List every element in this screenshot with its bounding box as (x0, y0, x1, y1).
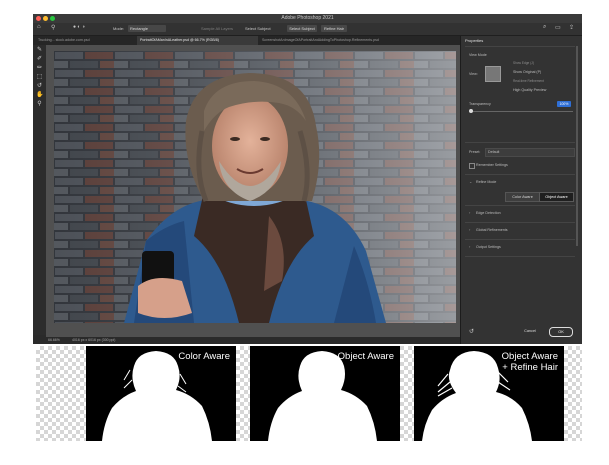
refine-mode-label: Refine Mode (476, 180, 497, 184)
home-icon[interactable]: ⌂ (37, 24, 41, 30)
chevron-down-icon[interactable]: ⌄ (469, 179, 472, 184)
mode-label: Mode: (113, 26, 125, 31)
title-bar: Adobe Photoshop 2021 (33, 14, 582, 23)
canvas-area[interactable] (46, 45, 460, 337)
preset-label: Preset: (469, 150, 481, 154)
sample-all-layers-checkbox[interactable]: Sample All Layers (201, 26, 233, 31)
divider (465, 174, 575, 175)
zoom-level[interactable]: 66.66% (48, 338, 60, 342)
ok-button[interactable]: OK (549, 327, 573, 337)
panel-caption: Object Aware (337, 351, 394, 362)
remember-settings-checkbox[interactable] (469, 163, 475, 169)
cancel-button[interactable]: Cancel (517, 327, 543, 335)
remember-settings-label: Remember Settings (476, 163, 508, 167)
preset-select[interactable]: Default (485, 148, 575, 157)
tools-panel: ✎ ✐ ✏ ⬚ ↺ ✋ ⚲ (33, 45, 46, 335)
divider (465, 142, 575, 143)
document-tabs: Trucking... stock.adobe.com.psd Portrait… (33, 36, 460, 45)
portrait-photo (54, 51, 456, 323)
refine-edge-brush-icon[interactable]: ✐ (36, 56, 43, 63)
panel-caption: Object Aware + Refine Hair (501, 351, 558, 373)
high-quality-preview-checkbox[interactable]: High Quality Preview (513, 88, 546, 92)
comparison-panel-object-aware: Object Aware (250, 346, 400, 441)
divider (465, 222, 575, 223)
window-title: Adobe Photoshop 2021 (281, 15, 334, 21)
properties-title: Properties (465, 38, 484, 43)
divider (465, 239, 575, 240)
object-aware-button[interactable]: Object Aware (539, 192, 574, 202)
transparency-label: Transparency (469, 102, 491, 106)
lasso-tool-icon[interactable]: ↺ (36, 83, 43, 90)
edge-detection-section[interactable]: Edge Detection (476, 211, 501, 215)
select-subject-label[interactable]: Select Subject (245, 26, 271, 31)
tab-document-2[interactable]: PortraitOfAManInALeather.psd @ 66.7% (RG… (137, 36, 258, 45)
share-icon[interactable]: ⇪ (569, 24, 574, 31)
panel-caption: Color Aware (178, 351, 230, 362)
show-edge-checkbox[interactable]: Show Edge (J) (513, 61, 534, 65)
reset-icon[interactable]: ↺ (469, 328, 474, 335)
view-mode-thumbnail[interactable] (485, 66, 501, 82)
comparison-panel-object-aware-refine-hair: Object Aware + Refine Hair (414, 346, 564, 441)
comparison-panel-color-aware: Color Aware (86, 346, 236, 441)
refine-hair-button[interactable]: Refine Hair (321, 25, 347, 32)
chevron-right-icon[interactable]: › (469, 227, 470, 232)
document-info: 4016 px x 6016 px (300 ppi) (72, 338, 116, 342)
brush-options-icon[interactable]: ● ◐ ◑ (73, 24, 85, 30)
view-label: View: (469, 72, 478, 76)
properties-panel: Properties View Mode View: Show Edge (J)… (460, 36, 582, 344)
transparency-value[interactable]: 100% (557, 101, 571, 107)
transparency-slider[interactable] (469, 111, 573, 112)
photoshop-window: Adobe Photoshop 2021 ⌂ ⚲ ● ◐ ◑ Mode: Rec… (33, 14, 582, 344)
object-selection-tool-icon[interactable]: ⬚ (36, 74, 43, 81)
brush-tool-icon[interactable]: ✏ (36, 65, 43, 72)
divider (465, 46, 575, 47)
workspace-icon[interactable]: ▭ (555, 24, 561, 31)
view-mode-label: View Mode (469, 53, 487, 57)
realtime-refinement-checkbox[interactable]: Real-time Refinement (513, 79, 544, 83)
global-refinements-section[interactable]: Global Refinements (476, 228, 508, 232)
divider (465, 256, 575, 257)
transparency-slider-handle[interactable] (469, 109, 473, 113)
options-bar: ⌂ ⚲ ● ◐ ◑ Mode: Rectangle Sample All Lay… (33, 23, 582, 36)
color-aware-button[interactable]: Color Aware (505, 192, 540, 202)
chevron-right-icon[interactable]: › (469, 244, 470, 249)
quick-selection-tool-icon[interactable]: ✎ (36, 47, 43, 54)
quick-selection-icon[interactable]: ⚲ (51, 24, 55, 31)
hand-tool-icon[interactable]: ✋ (36, 92, 43, 99)
search-icon[interactable]: ⌕ (543, 24, 546, 31)
tab-document-1[interactable]: Trucking... stock.adobe.com.psd (35, 36, 136, 45)
show-original-checkbox[interactable]: Show Original (P) (513, 70, 541, 74)
divider (465, 205, 575, 206)
status-bar: 66.66% 4016 px x 6016 px (300 ppi) (46, 337, 460, 344)
chevron-right-icon[interactable]: › (469, 210, 470, 215)
select-subject-button[interactable]: Select Subject (287, 25, 317, 32)
tab-document-3[interactable]: ScreenshotAnImageOfAPortraitAndAddingToP… (259, 36, 458, 45)
zoom-tool-icon[interactable]: ⚲ (36, 101, 43, 108)
properties-scrollbar[interactable] (576, 46, 578, 246)
mode-select[interactable]: Rectangle (128, 25, 166, 32)
output-settings-section[interactable]: Output Settings (476, 245, 501, 249)
